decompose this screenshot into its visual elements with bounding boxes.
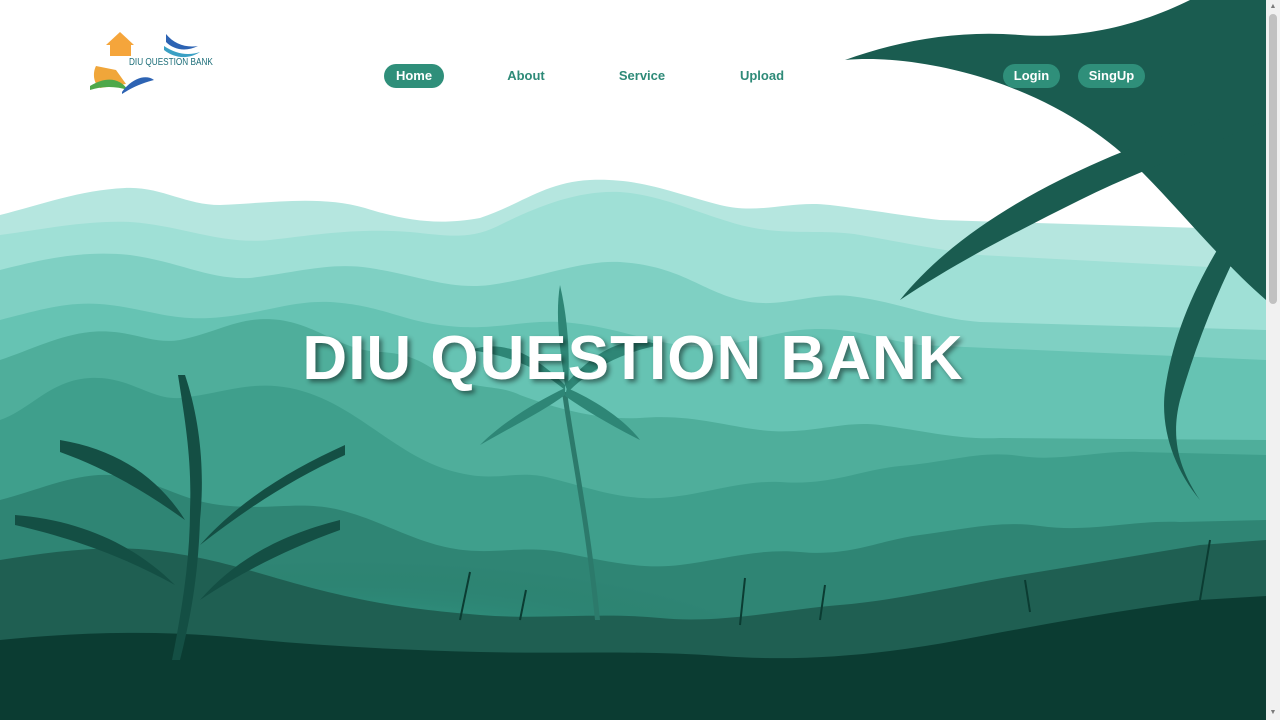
nav-service[interactable]: Service [610, 64, 674, 88]
logo-text: DIU QUESTION BANK [129, 57, 213, 68]
signup-button[interactable]: SingUp [1078, 64, 1145, 88]
login-button[interactable]: Login [1003, 64, 1060, 88]
page: DIU QUESTION BANK Home About Service Upl… [0, 0, 1280, 720]
page-scrollbar[interactable]: ▲ ▼ [1266, 0, 1280, 720]
hero-title: DIU QUESTION BANK [302, 324, 964, 393]
scroll-down-arrow-icon[interactable]: ▼ [1266, 706, 1280, 720]
nav-home[interactable]: Home [384, 64, 444, 88]
nav-upload[interactable]: Upload [730, 64, 794, 88]
house-icon [106, 32, 134, 56]
nav-about[interactable]: About [496, 64, 556, 88]
scroll-up-arrow-icon[interactable]: ▲ [1266, 0, 1280, 14]
scroll-thumb[interactable] [1269, 14, 1277, 304]
